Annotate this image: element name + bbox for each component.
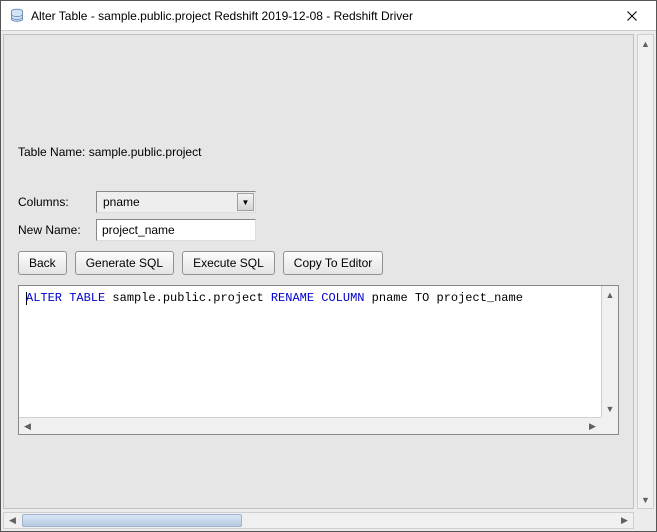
button-row: Back Generate SQL Execute SQL Copy To Ed… <box>18 251 619 275</box>
dropdown-arrow-icon[interactable]: ▼ <box>237 193 254 211</box>
sql-text-area[interactable]: ALTER TABLE sample.public.project RENAME… <box>20 287 600 416</box>
window-title: Alter Table - sample.public.project Reds… <box>31 9 609 23</box>
scroll-up-icon[interactable]: ▲ <box>602 286 618 303</box>
sql-text: pname TO project_name <box>364 291 522 305</box>
outer-vertical-scrollbar[interactable]: ▲ ▼ <box>637 34 654 509</box>
new-name-label: New Name: <box>18 223 96 237</box>
scroll-right-icon[interactable]: ▶ <box>584 418 601 434</box>
sql-pane: ALTER TABLE sample.public.project RENAME… <box>18 285 619 435</box>
table-name-label: Table Name: <box>18 145 89 159</box>
close-button[interactable] <box>609 2 654 30</box>
scroll-corner <box>601 417 618 434</box>
columns-combobox-value: pname <box>103 195 140 209</box>
columns-combobox[interactable]: pname ▼ <box>96 191 256 213</box>
scroll-down-icon[interactable]: ▼ <box>638 491 653 508</box>
client-area: Table Name: sample.public.project Column… <box>1 31 656 531</box>
scroll-up-icon[interactable]: ▲ <box>638 35 653 52</box>
columns-label: Columns: <box>18 195 96 209</box>
sql-horizontal-scrollbar[interactable]: ◀ ▶ <box>19 417 618 434</box>
scroll-right-icon[interactable]: ▶ <box>616 513 633 528</box>
execute-sql-button[interactable]: Execute SQL <box>182 251 275 275</box>
new-name-row: New Name: <box>18 219 619 241</box>
generate-sql-button[interactable]: Generate SQL <box>75 251 174 275</box>
scroll-thumb[interactable] <box>22 514 242 527</box>
scroll-left-icon[interactable]: ◀ <box>4 513 21 528</box>
content-panel: Table Name: sample.public.project Column… <box>3 34 634 509</box>
outer-horizontal-scrollbar[interactable]: ◀ ▶ <box>3 512 634 529</box>
sql-keyword: ALTER TABLE <box>26 291 105 305</box>
sql-keyword: RENAME COLUMN <box>271 291 365 305</box>
sql-text: sample.public.project <box>105 291 271 305</box>
table-name-row: Table Name: sample.public.project <box>18 145 619 159</box>
title-bar: Alter Table - sample.public.project Reds… <box>1 1 656 31</box>
columns-row: Columns: pname ▼ <box>18 191 619 213</box>
new-name-input[interactable] <box>96 219 256 241</box>
scroll-down-icon[interactable]: ▼ <box>602 400 618 417</box>
copy-to-editor-button[interactable]: Copy To Editor <box>283 251 384 275</box>
back-button[interactable]: Back <box>18 251 67 275</box>
scroll-left-icon[interactable]: ◀ <box>19 418 36 434</box>
table-name-value: sample.public.project <box>89 145 202 159</box>
database-icon <box>9 8 25 24</box>
sql-vertical-scrollbar[interactable]: ▲ ▼ <box>601 286 618 417</box>
